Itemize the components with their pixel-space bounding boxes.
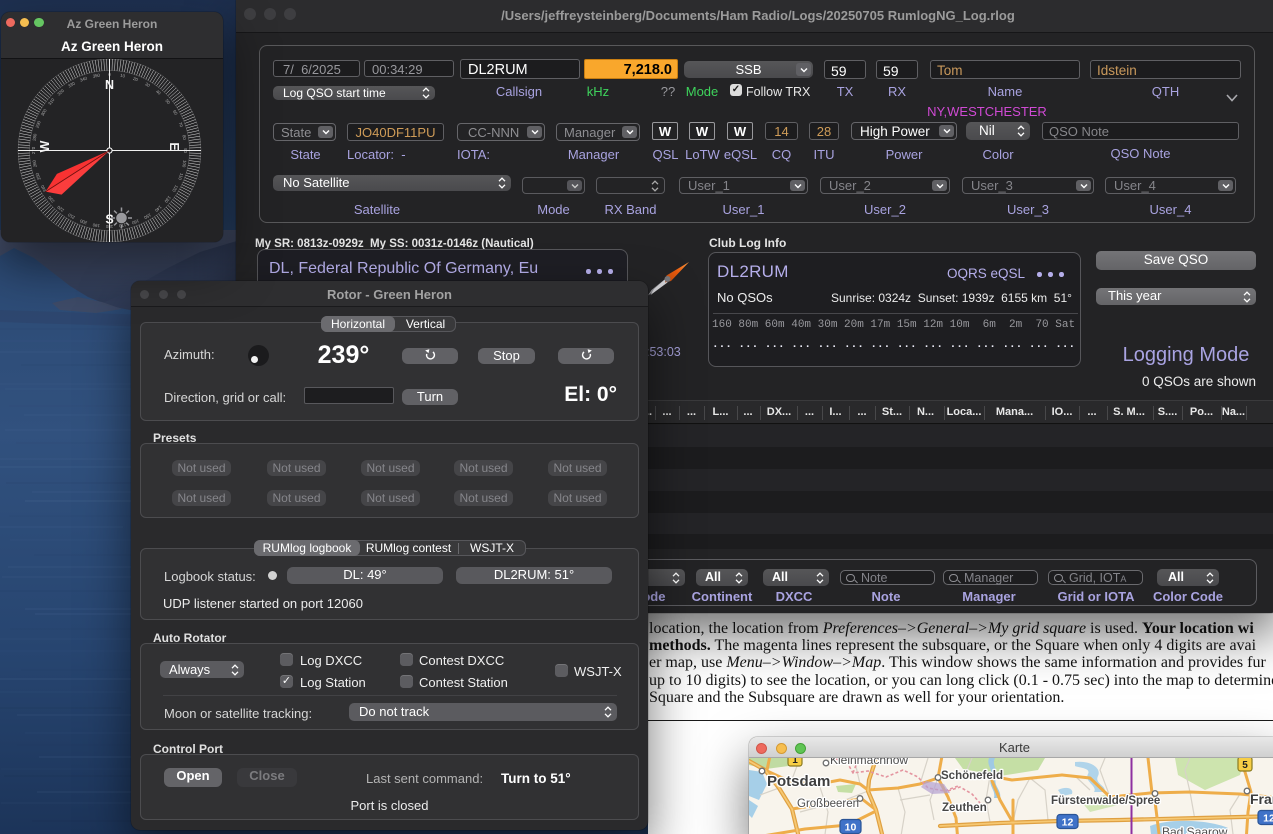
svg-text:250: 250 bbox=[34, 172, 41, 181]
svg-text:Großbeeren: Großbeeren bbox=[797, 798, 859, 810]
svg-text:30: 30 bbox=[144, 81, 151, 88]
svg-text:Fürstenwalde/Spree: Fürstenwalde/Spree bbox=[1051, 795, 1160, 807]
svg-text:340: 340 bbox=[79, 75, 88, 82]
svg-text:170: 170 bbox=[118, 222, 127, 228]
svg-text:Schönefeld: Schönefeld bbox=[941, 770, 1003, 782]
svg-text:200: 200 bbox=[79, 218, 88, 225]
svg-text:12: 12 bbox=[1062, 817, 1074, 829]
svg-text:290: 290 bbox=[35, 120, 42, 129]
svg-text:5: 5 bbox=[1242, 760, 1248, 771]
svg-text:Fran: Fran bbox=[1250, 791, 1273, 807]
svg-text:190: 190 bbox=[92, 222, 101, 228]
svg-text:12: 12 bbox=[1263, 813, 1273, 825]
svg-text:140: 140 bbox=[154, 205, 163, 214]
svg-text:20: 20 bbox=[132, 76, 139, 83]
svg-text:60: 60 bbox=[172, 109, 179, 116]
svg-text:N: N bbox=[105, 78, 114, 92]
svg-text:110: 110 bbox=[177, 172, 184, 181]
svg-text:310: 310 bbox=[47, 97, 56, 106]
svg-text:80: 80 bbox=[182, 135, 188, 141]
svg-text:S: S bbox=[105, 213, 113, 227]
svg-text:280: 280 bbox=[32, 133, 38, 142]
svg-text:Kleinmachnow: Kleinmachnow bbox=[830, 758, 908, 767]
svg-text:350: 350 bbox=[92, 72, 101, 78]
svg-text:W: W bbox=[38, 140, 52, 152]
svg-text:40: 40 bbox=[155, 89, 162, 96]
svg-text:160: 160 bbox=[131, 218, 140, 225]
svg-text:320: 320 bbox=[56, 88, 65, 97]
svg-text:260: 260 bbox=[31, 159, 37, 168]
svg-text:10: 10 bbox=[845, 822, 857, 834]
svg-text:10: 10 bbox=[120, 73, 126, 79]
svg-text:Potsdam: Potsdam bbox=[767, 773, 830, 790]
svg-text:1: 1 bbox=[792, 758, 798, 766]
svg-text:230: 230 bbox=[47, 195, 56, 204]
svg-text:Zeuthen: Zeuthen bbox=[942, 802, 987, 814]
svg-text:130: 130 bbox=[163, 195, 172, 204]
svg-text:220: 220 bbox=[56, 204, 65, 213]
svg-text:100: 100 bbox=[181, 160, 187, 169]
svg-text:70: 70 bbox=[178, 121, 185, 128]
svg-text:50: 50 bbox=[164, 98, 171, 105]
svg-text:E: E bbox=[167, 142, 181, 150]
svg-text:Bad Saarow: Bad Saarow bbox=[1162, 825, 1228, 834]
